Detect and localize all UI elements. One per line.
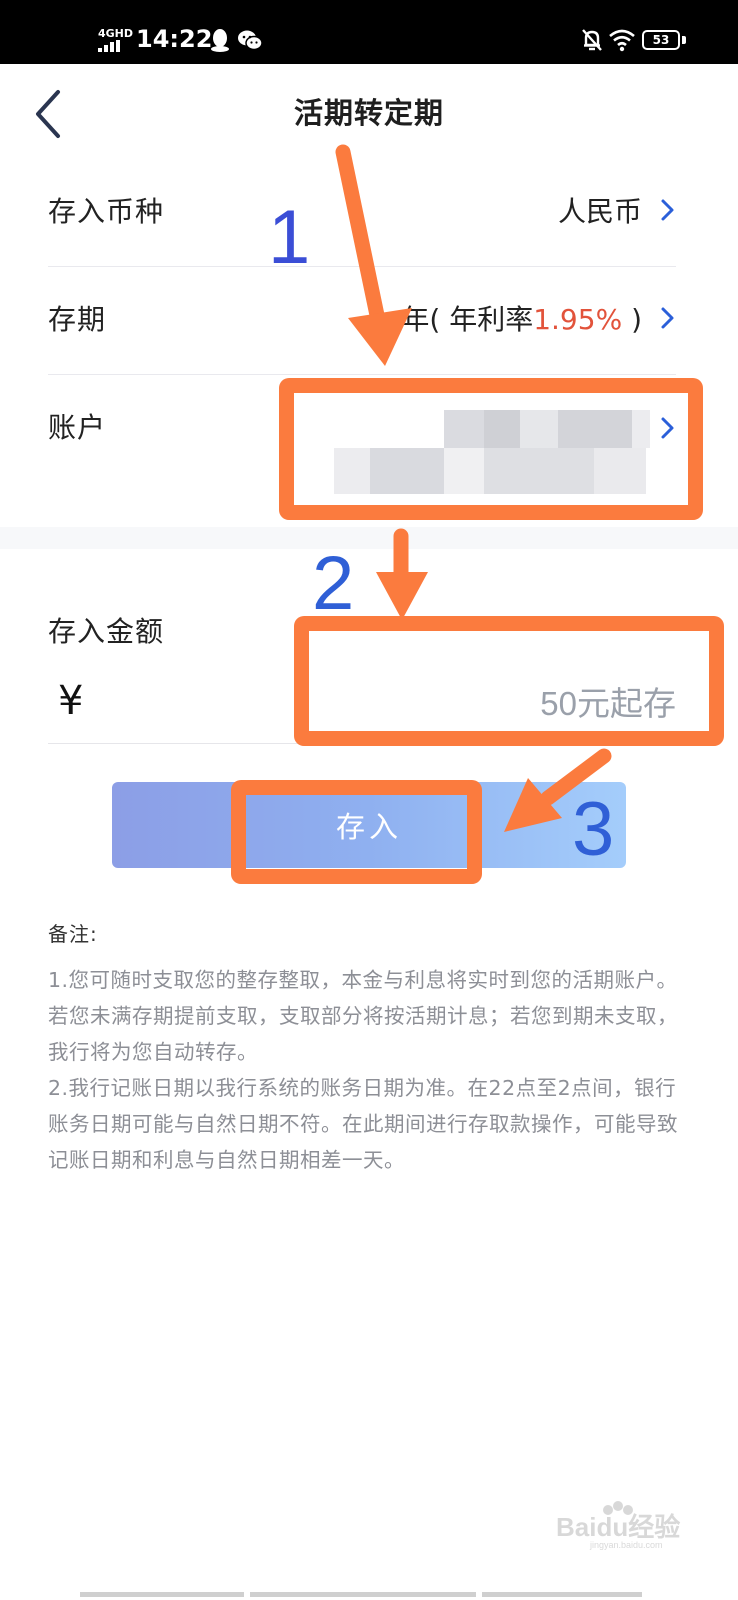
account-label: 账户 xyxy=(48,411,107,444)
signal-icon xyxy=(98,40,120,52)
note-line-1: 1.您可随时支取您的整存整取，本金与利息将实时到您的活期账户。若您未满存期提前支… xyxy=(48,968,678,1064)
annotation-number-1: 1 xyxy=(268,195,311,280)
notes-body: 1.您可随时支取您的整存整取，本金与利息将实时到您的活期账户。若您未满存期提前支… xyxy=(48,962,680,1178)
network-type-label: 4GHD xyxy=(98,27,134,40)
amount-label: 存入金额 xyxy=(48,615,165,648)
term-row[interactable]: 存期 一年( 年利率1.95% ) xyxy=(48,268,676,375)
gesture-bar xyxy=(80,1592,642,1597)
svg-text:Baidu经验: Baidu经验 xyxy=(556,1512,680,1542)
term-value-suffix: ) xyxy=(622,303,642,336)
interest-rate: 1.95% xyxy=(533,303,623,336)
currency-label: 存入币种 xyxy=(48,195,165,228)
annotation-box-account xyxy=(279,378,703,520)
term-value-prefix: 一年( 年利率 xyxy=(373,303,534,336)
currency-symbol: ¥ xyxy=(58,678,84,724)
battery-icon: 53 xyxy=(642,30,680,50)
paw-icon: Baidu经验 jingyan.baidu.com xyxy=(556,1501,680,1550)
baidu-watermark-logo: Baidu经验 jingyan.baidu.com xyxy=(556,1494,696,1550)
battery-tip xyxy=(682,36,686,44)
wechat-icon xyxy=(238,30,263,51)
wifi-icon xyxy=(609,29,635,52)
annotation-box-amount xyxy=(294,616,724,746)
clock: 14:22 xyxy=(136,25,213,53)
chevron-right-icon xyxy=(661,199,674,221)
note-line-2: 2.我行记账日期以我行系统的账务日期为准。在22点至2点间，银行账务日期可能与自… xyxy=(48,1076,678,1172)
notes-title: 备注: xyxy=(48,922,98,946)
annotation-number-2: 2 xyxy=(312,541,355,626)
currency-value: 人民币 xyxy=(557,195,642,228)
page: 4GHD 14:22 53 活期转定期 存入币种 人民币 存期 一年(年利率1… xyxy=(0,0,738,1600)
section-gap xyxy=(0,527,738,549)
mute-bell-icon xyxy=(582,29,602,51)
qq-icon xyxy=(211,29,229,52)
term-label: 存期 xyxy=(48,303,107,336)
chevron-right-icon xyxy=(661,307,674,329)
term-value: 一年( 年利率1.95% ) xyxy=(373,298,642,338)
currency-row[interactable]: 存入币种 人民币 xyxy=(48,160,676,267)
svg-text:jingyan.baidu.com: jingyan.baidu.com xyxy=(589,1540,663,1550)
status-bar: 4GHD 14:22 53 xyxy=(0,0,738,64)
annotation-box-deposit xyxy=(231,780,482,884)
page-title: 活期转定期 xyxy=(293,96,444,130)
annotation-number-3: 3 xyxy=(572,787,615,872)
